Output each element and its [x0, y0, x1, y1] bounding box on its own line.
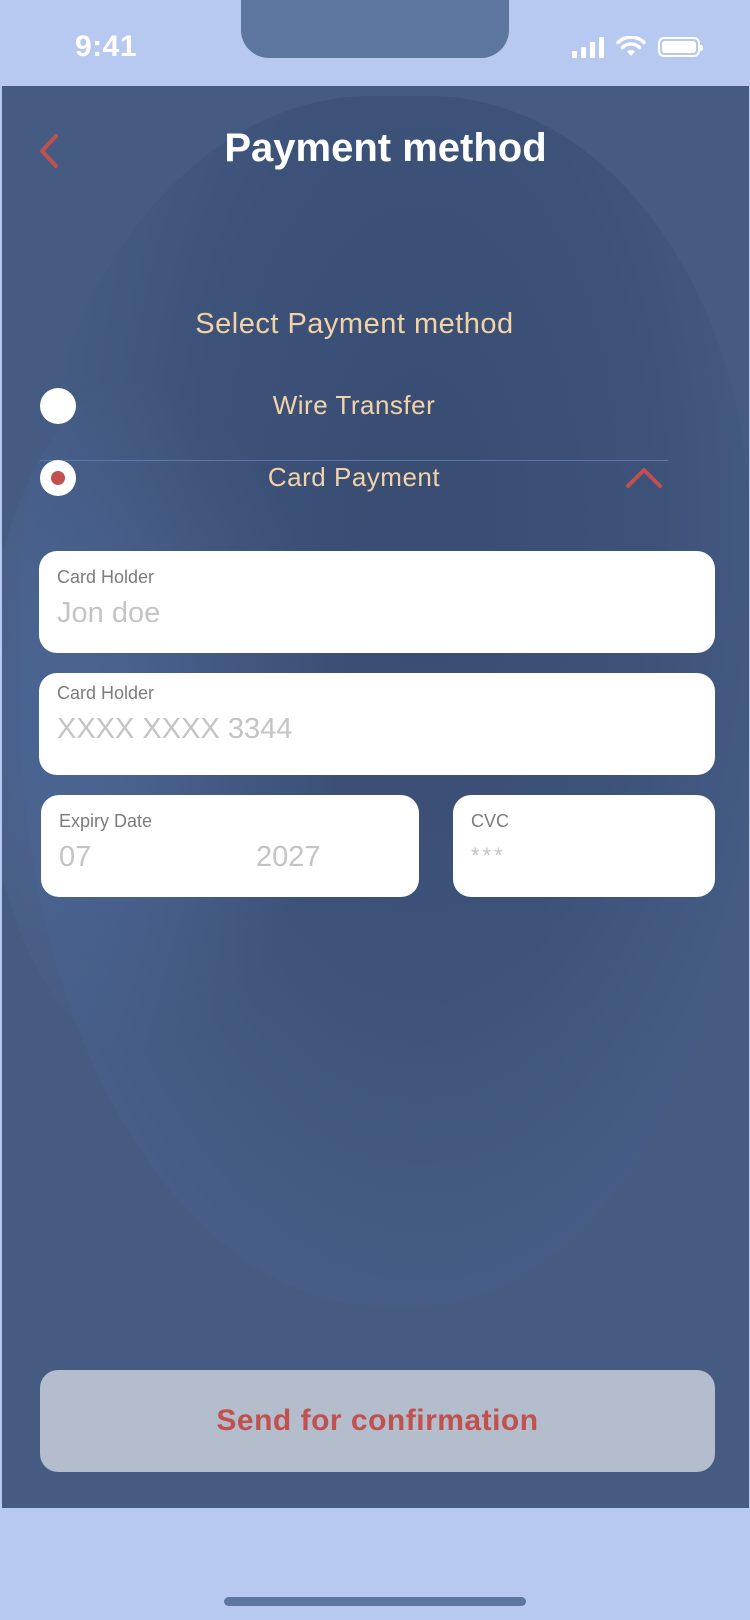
field-label: Expiry Date [59, 811, 153, 831]
wifi-icon [616, 36, 646, 56]
option-label: Card Payment [267, 462, 441, 492]
payment-option-card[interactable]: Card Payment [40, 448, 668, 508]
cvc-input[interactable]: *** [471, 843, 506, 869]
battery-icon [658, 37, 703, 57]
payment-option-wire-transfer[interactable]: Wire Transfer [40, 376, 668, 436]
device-notch [241, 0, 509, 58]
card-holder-field[interactable]: Card Holder Jon doe [39, 551, 715, 653]
cvc-field[interactable]: CVC *** [453, 795, 715, 897]
card-holder-input[interactable]: Jon doe [57, 597, 160, 630]
field-label: Card Holder [57, 567, 155, 587]
option-label: Wire Transfer [272, 390, 436, 420]
field-label: CVC [471, 811, 510, 831]
section-title: Select Payment method [195, 308, 514, 340]
phone-frame: 9:41 Payment method Select Payment metho… [0, 0, 750, 1620]
payment-screen: Payment method Select Payment method Wir… [2, 86, 749, 1508]
expiry-date-field[interactable]: Expiry Date 07 2027 [41, 795, 419, 897]
expiry-year-input[interactable]: 2027 [256, 841, 321, 874]
status-time: 9:41 [75, 30, 138, 63]
card-number-field[interactable]: Card Holder XXXX XXXX 3344 [39, 673, 715, 775]
send-for-confirmation-button[interactable]: Send for confirmation [40, 1370, 715, 1472]
status-icons [572, 36, 703, 58]
status-bar: 9:41 [0, 0, 750, 86]
field-label: Card Holder [57, 683, 155, 703]
card-number-input[interactable]: XXXX XXXX 3344 [57, 713, 292, 746]
cellular-signal-icon [572, 36, 604, 58]
home-indicator[interactable] [224, 1597, 526, 1606]
page-title: Payment method [224, 126, 547, 170]
expiry-month-input[interactable]: 07 [59, 841, 91, 874]
chevron-up-icon[interactable] [624, 464, 664, 492]
